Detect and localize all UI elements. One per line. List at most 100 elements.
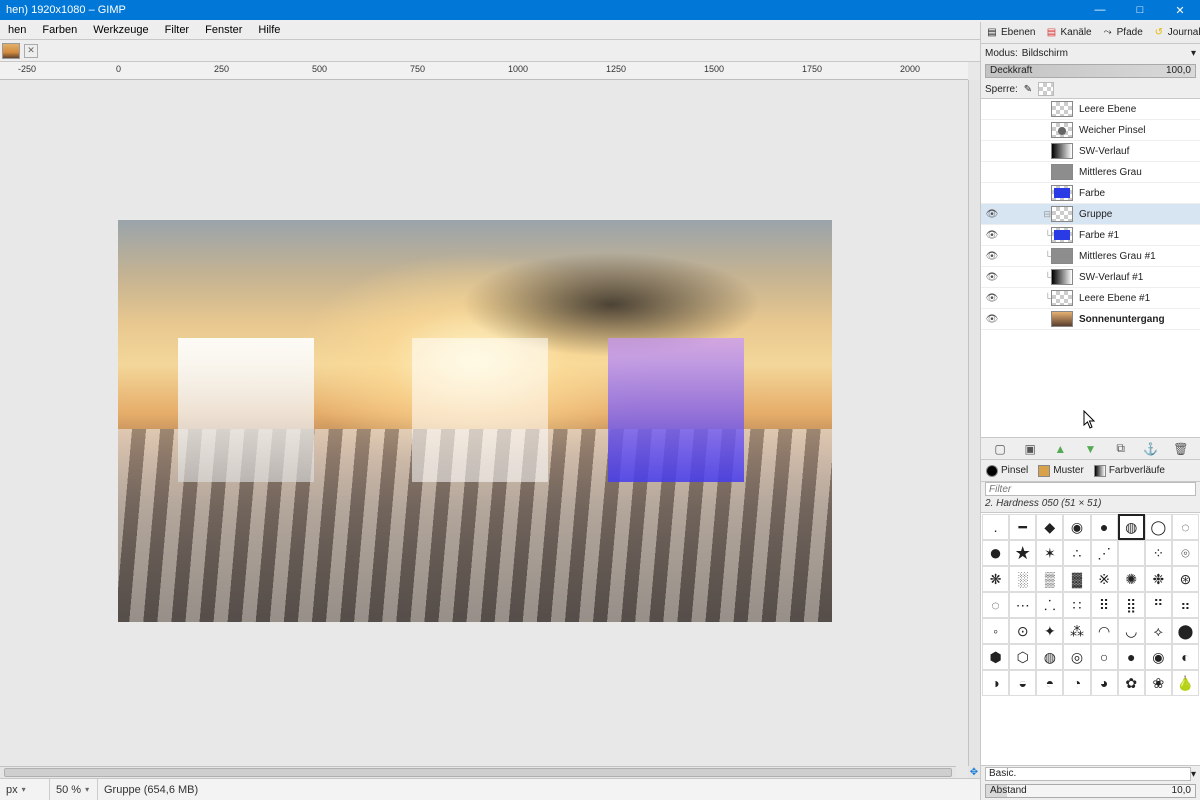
brush-cell[interactable]: 🍐 [1172,670,1199,696]
layer-visibility-toggle[interactable]: 👁 [981,209,1003,220]
menu-item-partial[interactable]: hen [0,20,34,40]
layer-row[interactable]: Leere Ebene [981,99,1200,120]
brush-cell[interactable]: ▓ [1063,566,1090,592]
brush-cell[interactable]: ◕ [1091,670,1118,696]
menu-item-filters[interactable]: Filter [157,20,197,40]
brush-cell[interactable]: ⬢ [982,644,1009,670]
layer-row[interactable]: Farbe [981,183,1200,204]
brush-cell[interactable]: ━ [1009,514,1036,540]
brush-cell[interactable]: ◌ [982,592,1009,618]
brush-cell[interactable]: ★ [1009,540,1036,566]
layer-row[interactable]: 👁└Farbe #1 [981,225,1200,246]
dock-tab-paths[interactable]: ⤳ Pfade [1097,22,1148,44]
vertical-scrollbar[interactable] [968,80,980,766]
brush-cell[interactable]: ⠿ [1091,592,1118,618]
layer-visibility-toggle[interactable]: 👁 [981,272,1003,283]
brush-spacing-slider[interactable]: Abstand 10,0 [985,784,1196,798]
anchor-layer-button[interactable]: ⚓ [1143,441,1159,457]
new-layer-button[interactable]: ▢ [992,441,1008,457]
brush-cell[interactable]: ∴ [1063,540,1090,566]
brush-cell[interactable]: ⟡ [1145,618,1172,644]
brush-cell[interactable]: ✺ [1118,566,1145,592]
brush-cell[interactable]: ◠ [1091,618,1118,644]
brush-cell[interactable]: ● [1091,514,1118,540]
lower-layer-button[interactable]: ▼ [1082,441,1098,457]
window-minimize-button[interactable]: — [1080,0,1120,20]
brush-cell[interactable]: ◉ [1063,514,1090,540]
layer-visibility-toggle[interactable]: 👁 [981,251,1003,262]
brush-cell[interactable]: ○ [1091,644,1118,670]
brush-cell[interactable]: ⁂ [1063,618,1090,644]
layer-name-label[interactable]: SW-Verlauf [1079,146,1129,157]
layer-visibility-toggle[interactable]: 👁 [981,314,1003,325]
menu-item-windows[interactable]: Fenster [197,20,250,40]
brush-cell[interactable]: ⊙ [1009,618,1036,644]
layer-name-label[interactable]: Mittleres Grau #1 [1079,251,1156,262]
brush-cell[interactable]: ⋰ [1091,540,1118,566]
brush-cell[interactable]: ◆ [1036,514,1063,540]
layer-row[interactable]: 👁└SW-Verlauf #1 [981,267,1200,288]
brush-grid[interactable]: .━◆◉●◍◯◌●★✶∴⋰஁⁘⌾❋░▒▓※✺❉⊛◌⋯⸫∷⠿⣿⠛⠶◦⊙✦⁂◠◡⟡⬤… [981,512,1200,766]
brush-cell[interactable]: ஁ [1118,540,1145,566]
menu-item-help[interactable]: Hilfe [250,20,288,40]
navigation-button[interactable]: ✥ [968,766,980,778]
brush-cell[interactable]: ✦ [1036,618,1063,644]
layer-row[interactable]: SW-Verlauf [981,141,1200,162]
layer-mode-select[interactable]: Bildschirm [1022,48,1187,59]
layer-row[interactable]: Weicher Pinsel [981,120,1200,141]
layer-name-label[interactable]: Weicher Pinsel [1079,125,1146,136]
brush-cell[interactable]: ⬤ [1172,618,1199,644]
dock-tab-undo[interactable]: ↺ Journal [1148,22,1200,44]
duplicate-layer-button[interactable]: ⧉ [1113,441,1129,457]
menu-item-tools[interactable]: Werkzeuge [85,20,156,40]
brush-cell[interactable]: ✶ [1036,540,1063,566]
brush-cell[interactable]: ⠶ [1172,592,1199,618]
new-group-button[interactable]: ▣ [1022,441,1038,457]
brush-cell[interactable]: ◑ [982,670,1009,696]
horizontal-scrollbar[interactable] [0,766,956,778]
brush-tab-patterns[interactable]: Muster [1033,460,1089,482]
layer-row[interactable]: 👁⊟Gruppe [981,204,1200,225]
layer-name-label[interactable]: Gruppe [1079,209,1112,220]
brush-cell[interactable]: ◎ [1063,644,1090,670]
layer-name-label[interactable]: Mittleres Grau [1079,167,1142,178]
brush-cell[interactable]: ❋ [982,566,1009,592]
image-tab-close-button[interactable]: ✕ [24,44,38,58]
layer-name-label[interactable]: Farbe #1 [1079,230,1119,241]
brush-cell[interactable]: ◒ [1009,670,1036,696]
brush-cell[interactable]: ⊛ [1172,566,1199,592]
brush-cell[interactable]: ◯ [1145,514,1172,540]
brush-cell[interactable]: ▒ [1036,566,1063,592]
horizontal-ruler[interactable]: -250 0 250 500 750 1000 1250 1500 1750 2… [0,62,968,80]
brush-cell[interactable]: ⠛ [1145,592,1172,618]
brush-cell[interactable]: ⣿ [1118,592,1145,618]
window-close-button[interactable]: ✕ [1160,0,1200,20]
lock-alpha-toggle[interactable] [1038,82,1054,96]
brush-cell[interactable]: ◔ [1063,670,1090,696]
layer-visibility-toggle[interactable]: 👁 [981,230,1003,241]
layer-visibility-toggle[interactable]: 👁 [981,293,1003,304]
layer-row[interactable]: 👁└Mittleres Grau #1 [981,246,1200,267]
brush-preset-select[interactable]: Basic. [985,767,1191,781]
canvas-viewport[interactable] [0,80,968,766]
brush-cell[interactable]: ◍ [1036,644,1063,670]
brush-cell[interactable]: ⋯ [1009,592,1036,618]
brush-cell[interactable]: ◉ [1145,644,1172,670]
brush-cell[interactable]: ░ [1009,566,1036,592]
delete-layer-button[interactable]: 🗑 [1173,441,1189,457]
layer-row[interactable]: 👁 Sonnenuntergang [981,309,1200,330]
brush-cell[interactable]: ◦ [982,618,1009,644]
layer-name-label[interactable]: Leere Ebene #1 [1079,293,1150,304]
layer-name-label[interactable]: Sonnenuntergang [1079,314,1165,325]
brush-cell[interactable]: ◡ [1118,618,1145,644]
brush-cell[interactable]: ◐ [1172,644,1199,670]
dock-tab-layers[interactable]: ▤ Ebenen [981,22,1040,44]
brush-cell[interactable]: ● [1118,644,1145,670]
layers-list[interactable]: Leere Ebene Weicher Pinsel SW-Verlauf Mittl… [981,98,1200,438]
layer-name-label[interactable]: Leere Ebene [1079,104,1136,115]
brush-cell[interactable]: ◌ [1172,514,1199,540]
layer-name-label[interactable]: Farbe [1079,188,1105,199]
window-maximize-button[interactable]: □ [1120,0,1160,20]
image-tab-thumbnail[interactable] [2,43,20,59]
brush-cell[interactable]: . [982,514,1009,540]
